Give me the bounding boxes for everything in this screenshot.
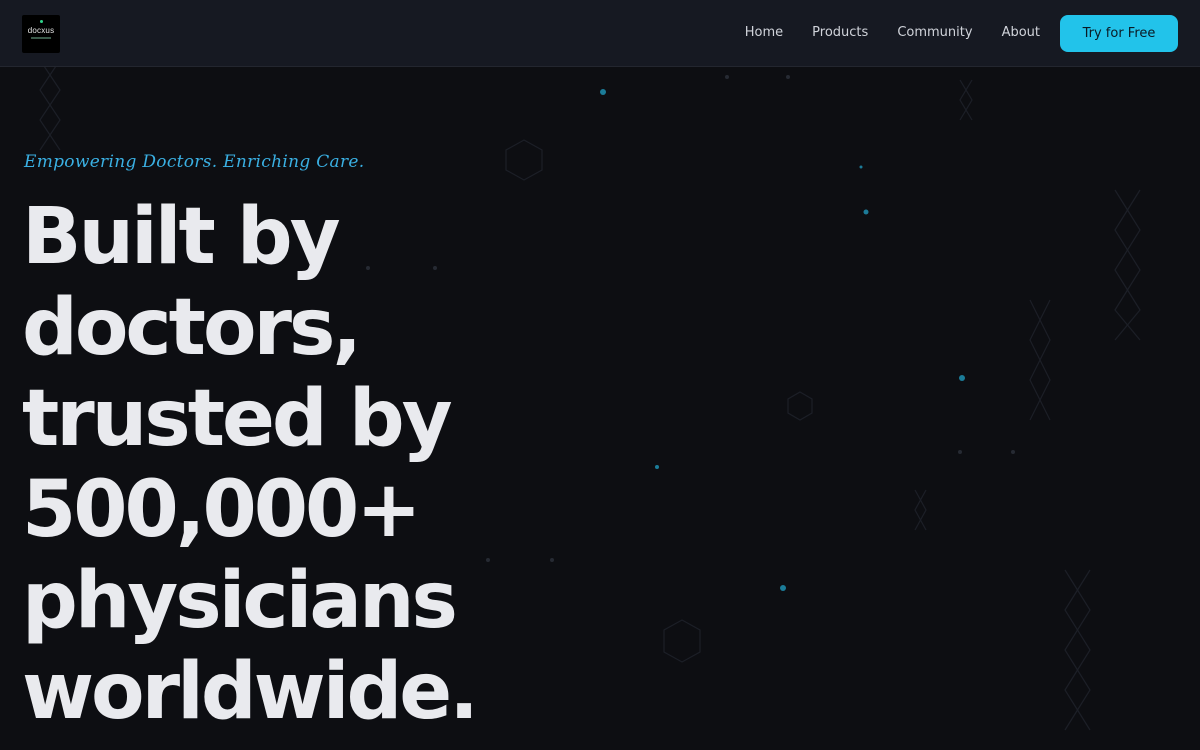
dna-strand [959, 79, 973, 121]
dna-strand [959, 79, 973, 121]
nav-link-products[interactable]: Products [812, 22, 868, 44]
hexagon-shape [787, 391, 813, 421]
hero-tagline: Empowering Doctors. Enriching Care. [24, 152, 365, 172]
nav-link-community[interactable]: Community [897, 22, 972, 44]
main-nav: Home Products Community About [716, 22, 1040, 44]
hexagon-shape [663, 619, 701, 663]
particle-dot [859, 165, 863, 169]
particle-dot [725, 75, 729, 79]
particle-dot [486, 558, 490, 562]
particle-dot [600, 89, 606, 95]
logo-text: docxus [27, 26, 55, 35]
headline-line: physicians [22, 556, 458, 646]
particle-dot [786, 75, 790, 79]
top-navbar: docxus Home Products Community About Try… [0, 0, 1200, 67]
try-for-free-button[interactable]: Try for Free [1060, 15, 1178, 52]
logo-mark-icon [40, 20, 43, 23]
particle-dot [863, 209, 869, 215]
nav-link-home[interactable]: Home [745, 22, 783, 44]
particle-dot [550, 558, 554, 562]
particle-dot [959, 375, 965, 381]
docxus-logo[interactable]: docxus [22, 15, 60, 53]
hexagon-shape [505, 139, 543, 181]
headline-line: 500,000+ [22, 465, 422, 555]
dna-strand [1029, 299, 1051, 421]
headline-line: doctors, [22, 283, 362, 373]
dna-strand [39, 59, 61, 151]
dna-strand [1064, 569, 1091, 731]
headline-line: trusted by [22, 374, 453, 464]
headline-line: worldwide. [22, 647, 479, 737]
logo-underline [31, 37, 51, 39]
particle-dot [780, 585, 786, 591]
nav-link-about[interactable]: About [1002, 22, 1040, 44]
particle-dot [958, 450, 962, 454]
hero-headline: Built by doctors, trusted by 500,000+ ph… [22, 192, 479, 738]
dna-strand [914, 489, 927, 531]
particle-dot [655, 465, 659, 469]
dna-strand [914, 489, 927, 531]
headline-line: Built by [22, 192, 341, 282]
landing-page: docxus Home Products Community About Try… [0, 0, 1200, 750]
dna-strand [1064, 569, 1091, 731]
particle-dot [1011, 450, 1015, 454]
